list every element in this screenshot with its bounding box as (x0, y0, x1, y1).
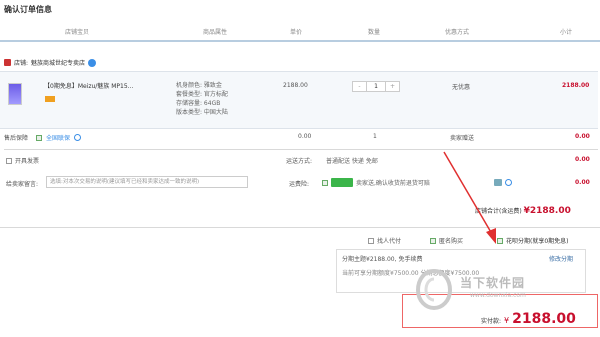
shipping-label: 运送方式: (286, 158, 313, 165)
freight-label: 运费险: (289, 181, 310, 188)
pay-total: 实付款: ¥ 2188.00 (481, 311, 576, 327)
pay-currency: ¥ (504, 316, 510, 325)
product-thumbnail[interactable] (8, 83, 22, 105)
product-name-link[interactable]: 【0期免息】Meizu/魅族 MP15... (44, 81, 133, 90)
service-label: 售后保障 (4, 135, 29, 142)
pay-label: 实付款: (481, 318, 502, 325)
invoice-checkbox[interactable] (6, 157, 12, 164)
service-price: 0.00 (298, 133, 312, 140)
help-icon[interactable] (505, 179, 512, 186)
divider (4, 149, 598, 150)
message-label: 给卖家留言: (6, 181, 39, 188)
item-subtotal: 2188.00 (562, 82, 590, 89)
chat-icon[interactable] (88, 58, 97, 67)
watermark-logo (415, 268, 453, 311)
item-row (0, 71, 598, 129)
quantity-input[interactable]: 1 (365, 82, 387, 91)
service-checkbox[interactable] (36, 134, 43, 141)
modify-installment-link[interactable]: 修改分期 (549, 254, 573, 263)
service-qty: 1 (373, 133, 377, 140)
quantity-minus-button[interactable]: - (353, 82, 366, 91)
installment-option[interactable]: 花呗分期(就享0期免息) (497, 236, 569, 245)
proxy-pay-option[interactable]: 找人代付 (368, 236, 401, 245)
freight-row: 卖家送,确认收货前退货可赔 (322, 178, 430, 187)
shop-icon (4, 59, 11, 66)
installment-label: 花呗分期(就享0期免息) (506, 238, 569, 245)
annotation-arrow (443, 151, 496, 244)
spec-package: 套餐类型: 官方标配 (176, 91, 228, 98)
freight-badge-icon (331, 178, 353, 187)
spec-version: 版本类型: 中国大陆 (176, 109, 228, 116)
store-total-value: ¥2188.00 (523, 206, 571, 216)
installment-line1: 分期主题¥2188.00, 免手续费 (342, 256, 423, 263)
anonymous-checkbox[interactable] (430, 237, 436, 244)
col-price: 单价 (290, 29, 303, 36)
watermark-url: www.downxia.com (470, 292, 526, 299)
service-discount: 卖家赠送 (450, 135, 475, 142)
help-icon[interactable] (74, 134, 82, 141)
col-attributes: 商品属性 (203, 29, 228, 36)
quantity-stepper[interactable]: - 1 + (352, 81, 400, 92)
store-name-link[interactable]: 魅族商城世纪专卖店 (31, 58, 85, 67)
invoice-row: 开具发票 (6, 156, 39, 165)
store-label: 店铺: (14, 60, 29, 67)
product-specs: 机身颜色: 雅致金 套餐类型: 官方标配 存储容量: 64GB 版本类型: 中国… (176, 81, 228, 117)
proxy-pay-label: 找人代付 (377, 238, 402, 245)
unit-price: 2188.00 (283, 82, 308, 89)
pay-amount: 2188.00 (512, 311, 576, 327)
promo-tag-icon (45, 96, 55, 102)
header-divider (0, 40, 600, 42)
quantity-plus-button[interactable]: + (386, 82, 399, 91)
shipping-subtotal: 0.00 (575, 156, 590, 163)
proxy-pay-checkbox[interactable] (368, 237, 374, 244)
col-subtotal: 小计 (560, 29, 573, 36)
invoice-label: 开具发票 (15, 158, 40, 165)
watermark-text: 当下软件园 (460, 276, 526, 290)
freight-subtotal: 0.00 (575, 179, 590, 186)
installment-line2: 当前可享分期额度¥7500.00 分期总额度¥7500.00 (342, 270, 480, 277)
service-subtotal: 0.00 (575, 133, 590, 140)
message-input[interactable]: 选填:对本次交易的说明(建议填写已经和卖家达成一致的说明) (46, 176, 248, 188)
service-row: 售后保障 全国联保 (4, 133, 82, 142)
col-store-item: 店铺宝贝 (65, 29, 90, 36)
table-header: 店铺宝贝 商品属性 单价 数量 优惠方式 小计 (0, 27, 600, 39)
divider (0, 227, 600, 228)
discount-text: 无优惠 (452, 84, 471, 91)
spec-color: 机身颜色: 雅致金 (176, 82, 222, 89)
spec-storage: 存储容量: 64GB (176, 100, 221, 107)
col-qty: 数量 (368, 29, 381, 36)
freight-text: 卖家送,确认收货前退货可赔 (356, 180, 430, 187)
freight-checkbox[interactable] (322, 179, 328, 186)
col-discount: 优惠方式 (445, 29, 470, 36)
store-row: 店铺: 魅族商城世纪专卖店 (4, 58, 97, 67)
page-title: 确认订单信息 (4, 5, 52, 14)
service-option: 全国联保 (46, 135, 71, 142)
shipping-value: 普通配送 快递 免邮 (326, 158, 378, 165)
